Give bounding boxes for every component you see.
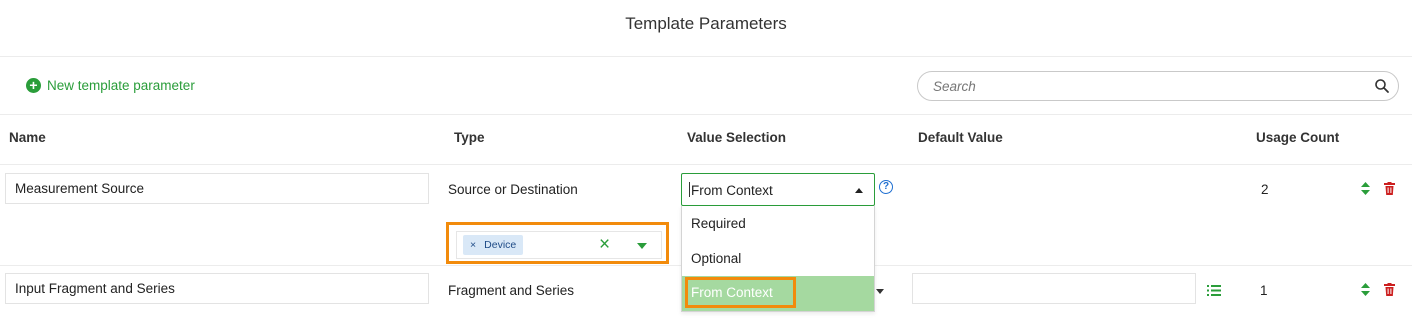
divider (0, 164, 1412, 165)
text-cursor (689, 182, 690, 197)
option-from-context[interactable]: From Context (682, 276, 874, 311)
chip-remove-icon[interactable]: × (470, 235, 476, 255)
search-input[interactable] (933, 72, 1353, 100)
search-box (917, 71, 1399, 101)
column-header-default-value: Default Value (918, 130, 1003, 145)
caret-up-icon[interactable] (855, 188, 863, 193)
list-icon[interactable] (1207, 285, 1221, 296)
trash-icon[interactable] (1384, 182, 1395, 195)
column-header-usage-count: Usage Count (1256, 130, 1340, 145)
value-selection-select[interactable]: From Context (681, 173, 875, 206)
new-template-parameter-label: New template parameter (47, 78, 195, 93)
column-header-value-selection: Value Selection (687, 130, 787, 145)
parameter-name-input[interactable]: Input Fragment and Series (5, 273, 429, 304)
caret-down-icon[interactable] (876, 289, 884, 294)
device-type-filter-highlight: × Device × (446, 222, 669, 264)
value-selection-value: From Context (691, 183, 773, 198)
usage-count: 1 (1260, 283, 1268, 298)
sort-icon[interactable] (1361, 283, 1370, 297)
help-icon[interactable]: ? (879, 180, 893, 194)
parameter-type: Source or Destination (448, 182, 578, 197)
usage-count: 2 (1261, 182, 1269, 197)
column-header-name: Name (9, 130, 46, 145)
option-optional[interactable]: Optional (682, 241, 874, 276)
default-value-input[interactable] (912, 273, 1196, 304)
plus-circle-icon: + (26, 78, 41, 93)
trash-icon[interactable] (1384, 283, 1395, 296)
search-icon[interactable] (1374, 78, 1390, 94)
parameter-type: Fragment and Series (448, 283, 575, 298)
clear-icon[interactable]: × (599, 233, 610, 257)
sort-icon[interactable] (1361, 182, 1370, 196)
option-required[interactable]: Required (682, 206, 874, 241)
option-from-context-highlight: From Context (685, 277, 796, 308)
chip-label: Device (484, 239, 517, 251)
page-title: Template Parameters (625, 14, 787, 33)
column-header-type: Type (454, 130, 485, 145)
device-chip[interactable]: × Device (463, 235, 524, 255)
caret-down-icon[interactable] (637, 243, 647, 249)
device-type-multiselect[interactable]: × Device × (456, 231, 662, 259)
divider (0, 114, 1412, 115)
value-selection-dropdown: Required Optional From Context (681, 206, 875, 312)
divider (0, 56, 1412, 57)
parameter-name-input[interactable]: Measurement Source (5, 173, 429, 204)
new-template-parameter-button[interactable]: + New template parameter (26, 78, 195, 93)
